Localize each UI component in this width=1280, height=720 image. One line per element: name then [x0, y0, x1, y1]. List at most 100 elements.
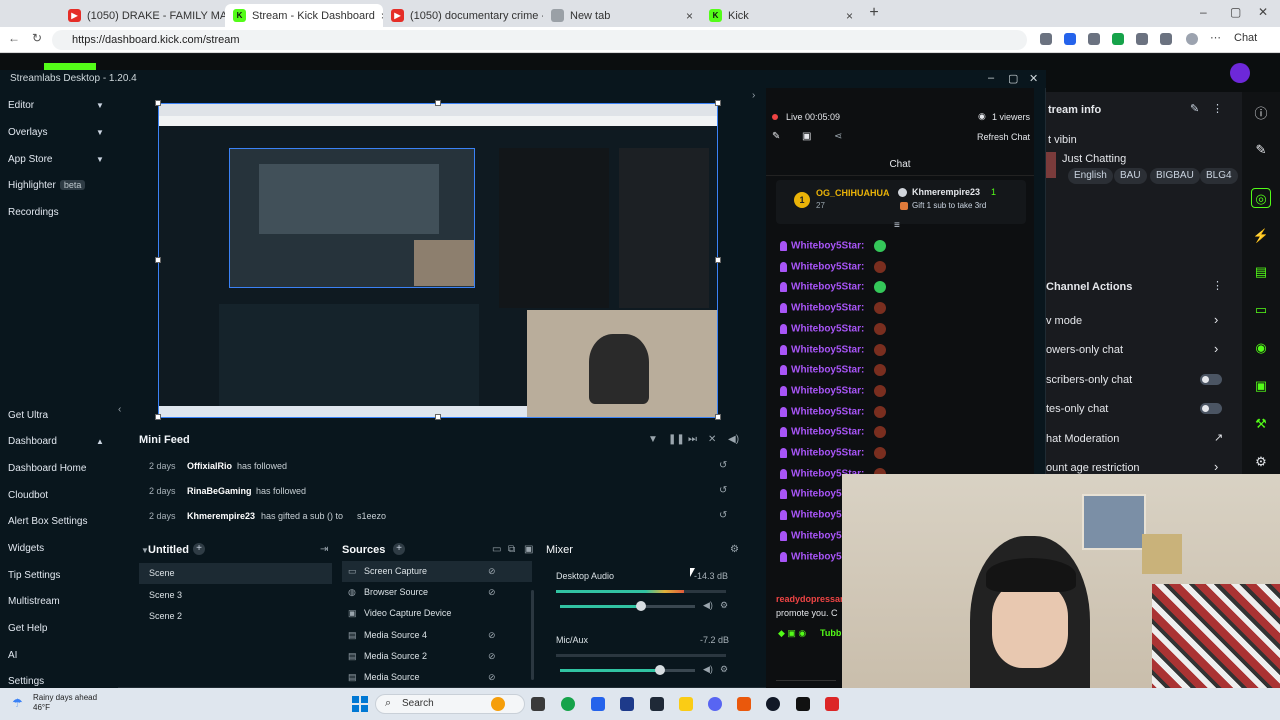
refresh-chat-button[interactable]: Refresh Chat	[977, 132, 1030, 142]
reload-icon[interactable]: ↻	[32, 31, 42, 45]
close-icon[interactable]: ×	[686, 9, 693, 23]
chevron-right-icon[interactable]: ›	[1214, 459, 1218, 474]
settings-icon[interactable]: ⚙	[1251, 452, 1271, 472]
speaker-icon[interactable]: ◀)	[703, 664, 713, 675]
sources-scrollbar[interactable]	[531, 590, 534, 680]
tag-chip[interactable]: BIGBAU	[1150, 168, 1200, 184]
gear-icon[interactable]: ⚙	[730, 544, 739, 555]
source-settings-icon[interactable]: ▣	[524, 544, 533, 555]
copilot-chat-button[interactable]: Chat	[1234, 32, 1257, 44]
edit-icon[interactable]: ✎	[1190, 102, 1199, 115]
subscribers-only-toggle[interactable]	[1200, 374, 1222, 385]
chat-user[interactable]: Whiteboy5Star:	[791, 365, 864, 376]
extension-icon[interactable]	[1088, 33, 1100, 45]
visibility-icon[interactable]: ⊘	[488, 646, 496, 667]
tab-new[interactable]: New tab ×	[543, 4, 701, 27]
file-explorer-icon[interactable]	[679, 697, 693, 711]
back-icon[interactable]: ←	[8, 31, 20, 45]
volume-knob[interactable]	[654, 665, 665, 675]
resize-handle[interactable]	[155, 414, 161, 420]
chat-user[interactable]: Whiteboy5Star:	[791, 241, 864, 252]
minimize-icon[interactable]: –	[988, 72, 994, 84]
mute-alerts-icon[interactable]: ✕	[708, 434, 716, 445]
chat-user[interactable]: Whiteboy5Star:	[791, 261, 864, 272]
edit-icon[interactable]: ✎	[772, 131, 780, 142]
group-icon[interactable]: ⧉	[508, 544, 515, 555]
nav-alert-box-settings[interactable]: Alert Box Settings	[8, 516, 87, 527]
nav-get-ultra[interactable]: Get Ultra	[8, 410, 48, 421]
minimize-icon[interactable]: –	[1200, 5, 1207, 19]
chat-user[interactable]: Whiteboy5Star:	[791, 344, 864, 355]
downloads-icon[interactable]	[1160, 33, 1172, 45]
chat-user[interactable]: Whiteboy5Star:	[791, 427, 864, 438]
add-scene-button[interactable]: +	[193, 543, 205, 555]
chat-icon[interactable]: ▭	[1251, 300, 1271, 320]
app-icon[interactable]	[737, 697, 751, 711]
resize-handle[interactable]	[435, 100, 441, 106]
nav-editor[interactable]: Editor	[8, 100, 34, 111]
search-highlight-icon[interactable]	[491, 697, 505, 711]
chat-user[interactable]: Whiteboy5Star:	[791, 282, 864, 293]
resize-handle[interactable]	[715, 414, 721, 420]
nav-dashboard[interactable]: Dashboard	[8, 436, 57, 447]
profile-avatar[interactable]	[1186, 33, 1198, 45]
source-item[interactable]: ▤ Media Source 2 ⊘	[342, 646, 532, 667]
gear-icon[interactable]: ⚙	[720, 664, 728, 675]
tag-chip[interactable]: English	[1068, 168, 1113, 184]
visibility-icon[interactable]: ⊘	[488, 582, 496, 603]
replay-icon[interactable]: ↺	[719, 510, 727, 521]
emotes-only-toggle[interactable]	[1200, 403, 1222, 414]
chevron-down-icon[interactable]: ▼	[96, 155, 104, 164]
resize-handle[interactable]	[715, 100, 721, 106]
resize-handle[interactable]	[155, 100, 161, 106]
source-item[interactable]: ◍ Browser Source ⊘	[342, 582, 532, 603]
document-icon[interactable]: ▤	[1251, 262, 1271, 282]
nav-cloudbot[interactable]: Cloudbot	[8, 490, 48, 501]
weather-widget[interactable]: Rainy days ahead 46°F	[33, 693, 97, 713]
chevron-down-icon[interactable]: ▼	[141, 546, 149, 555]
tab-documentary[interactable]: ▶ (1050) documentary crime - YouT ×	[383, 4, 543, 27]
transition-icon[interactable]: ⇥	[320, 544, 328, 555]
scene-item[interactable]: Scene 2	[139, 606, 332, 627]
obs-icon[interactable]	[766, 697, 780, 711]
nav-multistream[interactable]: Multistream	[8, 596, 60, 607]
source-item[interactable]: ▭ Screen Capture ⊘	[342, 561, 532, 582]
chevron-up-icon[interactable]: ▲	[96, 437, 104, 446]
source-item[interactable]: ▣ Video Capture Device	[342, 603, 532, 624]
source-item[interactable]: ▤ Media Source ⊘	[342, 667, 532, 688]
collapse-sidebar-icon[interactable]: ‹	[118, 404, 121, 415]
lightning-icon[interactable]: ⚡	[1251, 226, 1271, 246]
new-tab-button[interactable]: +	[866, 5, 882, 21]
chevron-right-icon[interactable]: ›	[1214, 312, 1218, 327]
extension-icon[interactable]	[1112, 33, 1124, 45]
external-link-icon[interactable]: ↗	[1214, 431, 1223, 444]
favorites-icon[interactable]	[1136, 33, 1148, 45]
nav-overlays[interactable]: Overlays	[8, 127, 47, 138]
nav-widgets[interactable]: Widgets	[8, 543, 44, 554]
replay-icon[interactable]: ↺	[719, 485, 727, 496]
scene-preview[interactable]	[158, 103, 718, 418]
app-icon[interactable]	[825, 697, 839, 711]
steam-icon[interactable]	[650, 697, 664, 711]
epic-games-icon[interactable]	[796, 697, 810, 711]
replay-icon[interactable]: ↺	[719, 460, 727, 471]
windows-start-icon[interactable]	[352, 696, 368, 712]
info-icon[interactable]: ⓘ	[1251, 104, 1271, 124]
more-menu-icon[interactable]: ⋯	[1210, 31, 1222, 44]
nav-dashboard-home[interactable]: Dashboard Home	[8, 463, 86, 474]
edge-icon[interactable]	[561, 697, 575, 711]
weather-icon[interactable]: ☂	[12, 696, 23, 710]
address-bar[interactable]: https://dashboard.kick.com/stream	[52, 30, 1027, 50]
popout-icon[interactable]: ▣	[802, 131, 811, 142]
broadcast-icon[interactable]: ◉	[1251, 338, 1271, 358]
edit-icon[interactable]: ✎	[1251, 140, 1271, 160]
app-icon[interactable]	[620, 697, 634, 711]
filter-icon[interactable]: ▼	[648, 434, 658, 445]
tab-kick[interactable]: K Kick ×	[701, 4, 861, 27]
pause-icon[interactable]: ❚❚	[668, 434, 685, 445]
nav-ai[interactable]: AI	[8, 650, 17, 661]
volume-knob[interactable]	[636, 601, 646, 611]
scene-collection-title[interactable]: Untitled	[148, 544, 189, 556]
source-item[interactable]: ▤ Media Source 4 ⊘	[342, 625, 532, 646]
expand-icon[interactable]: ≡	[894, 220, 900, 231]
